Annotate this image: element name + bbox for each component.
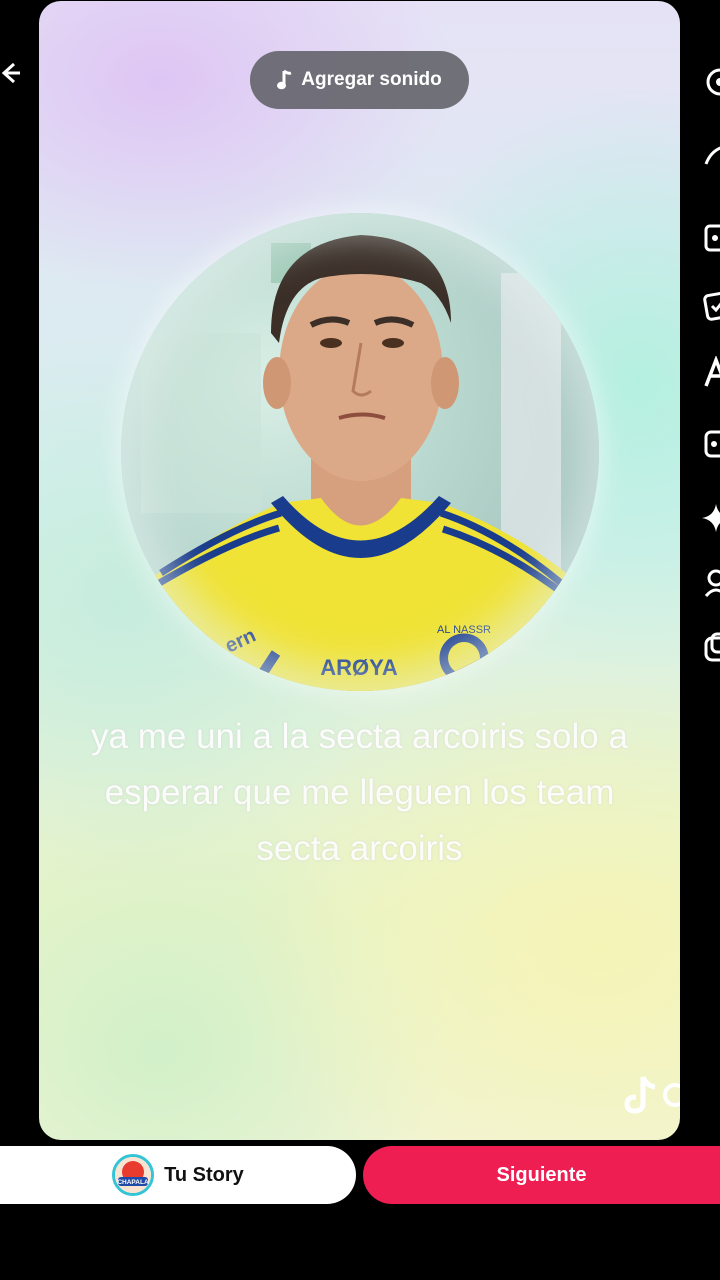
voice-icon[interactable]: [702, 566, 720, 602]
crest-text: AL NASSR: [437, 624, 491, 636]
text-A-icon[interactable]: [702, 356, 720, 392]
next-button[interactable]: Siguiente: [363, 1146, 720, 1204]
your-story-label: Tu Story: [164, 1163, 244, 1186]
caption-line: ya me uni a la secta arcoiris solo a: [91, 717, 628, 756]
add-sound-label: Agregar sonido: [301, 69, 442, 90]
music-note-icon: [277, 69, 293, 91]
story-preview[interactable]: Agregar sonido AL NASSR ARØYA ern ya me …: [39, 1, 680, 1140]
avatar: CHAPALA: [112, 1154, 155, 1196]
your-story-button[interactable]: CHAPALA Tu Story: [0, 1146, 356, 1204]
story-caption[interactable]: ya me uni a la secta arcoiris solo a esp…: [39, 709, 680, 877]
editing-toolbar: [702, 60, 720, 680]
avatar-text: CHAPALA: [118, 1179, 150, 1186]
sparkle-icon[interactable]: [702, 500, 720, 536]
tiktok-watermark-icon: [623, 1071, 680, 1117]
filters-icon[interactable]: [702, 426, 720, 462]
effects-icon[interactable]: [702, 288, 720, 324]
jersey-sponsor-text: ARØYA: [320, 655, 398, 680]
jersey-partial-text: ern: [222, 624, 260, 657]
caption-line: esperar que me lleguen los team: [104, 773, 615, 812]
profile-photo: AL NASSR ARØYA ern: [121, 213, 599, 691]
add-sound-button[interactable]: Agregar sonido: [250, 51, 469, 109]
captions-icon[interactable]: [702, 630, 720, 666]
text-icon[interactable]: [702, 138, 720, 174]
stickers-icon[interactable]: [702, 220, 720, 256]
next-label: Siguiente: [496, 1163, 587, 1186]
bottom-action-bar: CHAPALA Tu Story Siguiente: [0, 1146, 720, 1206]
settings-icon[interactable]: [702, 64, 720, 100]
back-arrow-icon[interactable]: [0, 58, 20, 88]
caption-line: secta arcoiris: [256, 829, 463, 868]
